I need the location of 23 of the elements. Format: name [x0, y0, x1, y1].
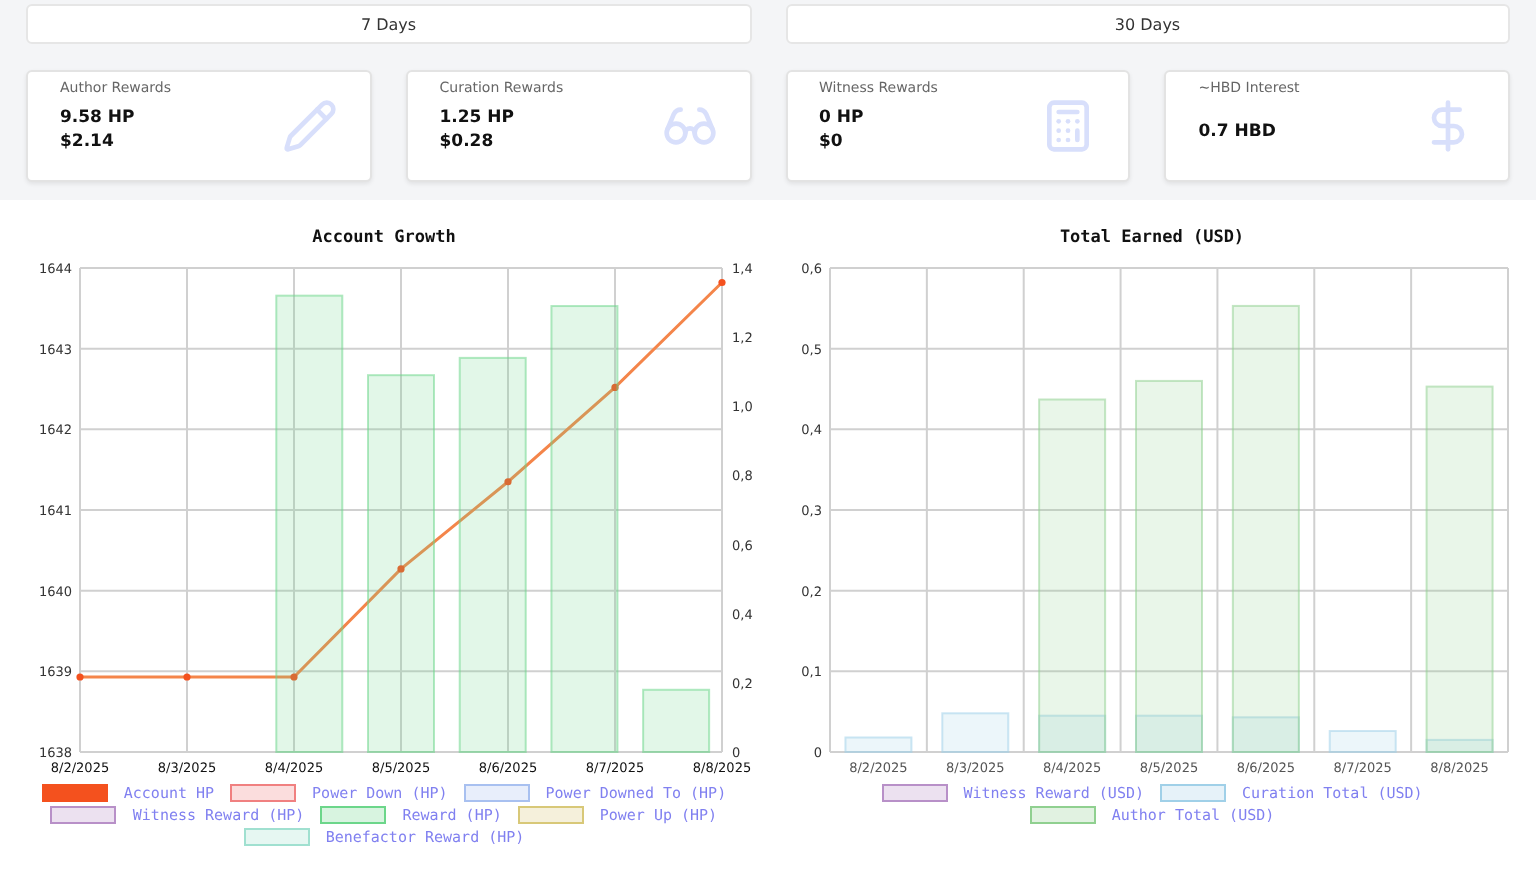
- period-tab[interactable]: 7 Days: [26, 4, 751, 44]
- card-value: 0 HP: [819, 106, 866, 130]
- bar: [642, 688, 711, 753]
- bar: [844, 736, 913, 753]
- data-point: [183, 673, 191, 681]
- data-point: [611, 383, 619, 391]
- pencil-icon: [281, 98, 338, 154]
- chart-title: Total Earned (USD): [1059, 228, 1245, 252]
- data-point: [76, 673, 84, 681]
- card-value: 9.58 HP: [60, 106, 137, 130]
- card-value: 1.25 HP: [439, 106, 517, 130]
- period-tab[interactable]: 30 Days: [785, 4, 1510, 44]
- data-point: [504, 478, 512, 486]
- card-value: $0: [819, 130, 845, 154]
- data-point: [397, 565, 405, 573]
- data-point: [290, 673, 298, 681]
- bar: [941, 712, 1010, 753]
- card-value: $2.14: [60, 130, 116, 154]
- card-value: 0.7 HBD: [1198, 120, 1278, 144]
- chart-title: Account Growth: [312, 228, 456, 252]
- bar: [1328, 730, 1397, 753]
- card-value: $0.28: [439, 130, 496, 154]
- data-point: [718, 278, 726, 287]
